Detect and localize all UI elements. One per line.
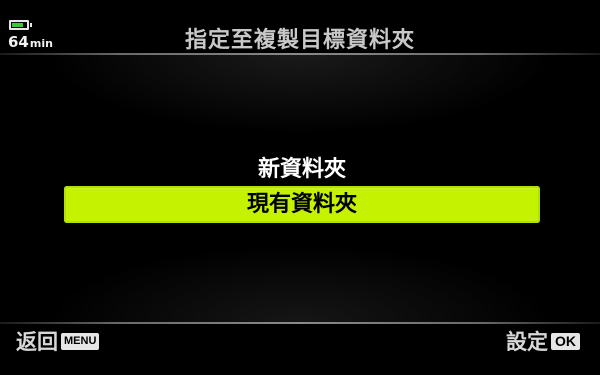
menu-key-icon: MENU (61, 332, 100, 350)
back-button[interactable]: 返回 MENU (16, 328, 100, 354)
set-label: 設定 (506, 330, 548, 354)
camera-menu-screen: 64min 指定至複製目標資料夾 新資料夾 現有資料夾 返回 MENU 設定 O… (0, 0, 600, 375)
battery-fill (12, 23, 23, 27)
battery-time-unit: min (29, 37, 53, 50)
battery-time-value: 64 (8, 33, 29, 51)
page-title: 指定至複製目標資料夾 (184, 28, 415, 53)
back-label: 返回 (16, 330, 58, 354)
menu-item-existing-folder[interactable]: 現有資料夾 (64, 186, 540, 223)
menu-item-new-folder[interactable]: 新資料夾 (64, 155, 540, 185)
ok-key-icon: OK (551, 332, 580, 350)
set-button[interactable]: 設定 OK (506, 328, 580, 354)
header-divider (0, 53, 600, 55)
battery-icon (9, 20, 32, 30)
footer-divider (0, 322, 600, 324)
battery-time-remaining: 64min (8, 33, 53, 51)
